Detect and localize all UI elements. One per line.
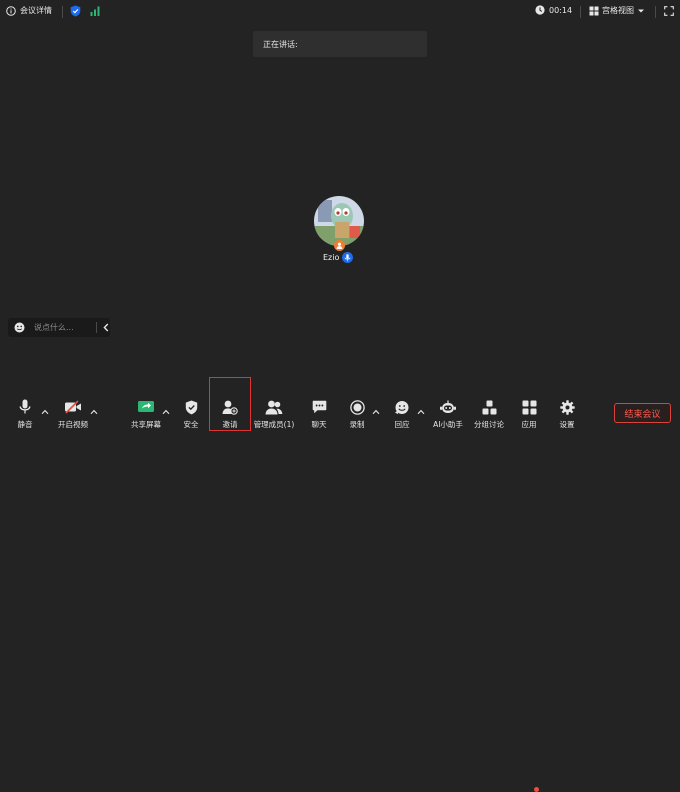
breakout-icon	[482, 400, 496, 414]
ai-assistant-button[interactable]: AI小助手	[429, 398, 467, 431]
host-badge	[334, 240, 345, 251]
security-button[interactable]: 安全	[180, 398, 202, 431]
settings-button[interactable]: 设置	[556, 398, 578, 431]
start-video-button[interactable]: 开启视频	[54, 398, 92, 431]
share-screen-icon	[138, 401, 154, 412]
security-icon	[185, 400, 197, 414]
mic-icon	[344, 253, 351, 261]
chevron-left-icon[interactable]	[102, 323, 110, 332]
manage-members-label: 管理成员(1)	[253, 420, 295, 429]
chevron-down-icon	[638, 9, 644, 12]
top-bar: 会议详情 00:14 宫格视图	[0, 0, 680, 24]
chat-input[interactable]	[34, 320, 92, 335]
speaking-label: 正在讲话:	[263, 40, 298, 49]
settings-label: 设置	[559, 420, 575, 429]
record-button[interactable]: 录制	[346, 398, 368, 431]
security-label: 安全	[183, 420, 199, 429]
manage-members-button[interactable]: 管理成员(1)	[253, 398, 295, 431]
mute-label: 静音	[17, 420, 33, 429]
apps-icon	[522, 400, 536, 414]
signal-icon[interactable]	[90, 6, 100, 16]
meeting-info-button[interactable]: 会议详情	[6, 5, 52, 16]
reaction-icon	[395, 400, 409, 414]
share-screen-label: 共享屏幕	[131, 420, 161, 429]
participant-name: Ezio	[323, 253, 340, 262]
end-meeting-button[interactable]: 结束会议	[614, 403, 671, 423]
meeting-timer: 00:14	[535, 5, 572, 15]
divider	[96, 322, 97, 333]
invite-icon	[222, 400, 238, 415]
user-icon	[336, 242, 343, 249]
chat-label: 聊天	[311, 420, 327, 429]
speaking-indicator: 正在讲话:	[253, 31, 427, 57]
members-icon	[265, 400, 283, 414]
grid-icon	[589, 6, 599, 15]
ai-assistant-icon	[440, 400, 456, 413]
share-screen-button[interactable]: 共享屏幕	[127, 398, 165, 431]
reaction-label: 回应	[394, 420, 410, 429]
record-label: 录制	[349, 420, 365, 429]
ai-assistant-label: AI小助手	[433, 420, 463, 429]
divider	[580, 6, 581, 18]
breakout-rooms-label: 分组讨论	[474, 420, 504, 429]
participant-name-row: Ezio	[323, 252, 354, 263]
mute-button[interactable]: 静音	[13, 398, 37, 431]
gear-icon	[559, 399, 575, 415]
chevron-up-icon[interactable]	[417, 409, 425, 415]
participant-mic-status	[342, 252, 354, 263]
mic-icon	[19, 399, 31, 414]
record-icon	[349, 399, 365, 415]
chat-bar	[8, 318, 110, 337]
end-meeting-label: 结束会议	[624, 409, 661, 420]
avatar-image	[314, 196, 364, 246]
chat-icon	[312, 400, 326, 414]
chevron-up-icon[interactable]	[162, 409, 170, 415]
notification-dot	[534, 787, 539, 792]
breakout-rooms-button[interactable]: 分组讨论	[471, 398, 507, 431]
divider	[62, 6, 63, 18]
info-icon	[6, 5, 16, 16]
view-mode-dropdown[interactable]: 宫格视图	[589, 5, 645, 16]
chevron-up-icon[interactable]	[41, 409, 49, 415]
invite-button[interactable]: 邀请	[218, 398, 242, 431]
view-mode-label: 宫格视图	[602, 6, 634, 15]
divider	[655, 6, 656, 18]
chat-button[interactable]: 聊天	[308, 398, 330, 431]
bottom-toolbar: 静音 开启视频 共享屏幕 安全 邀请 管理成员(1) 聊天 录制 回应 AI小助…	[0, 388, 680, 792]
emoji-icon[interactable]	[14, 322, 25, 333]
shield-icon[interactable]	[70, 5, 81, 17]
fullscreen-icon[interactable]	[664, 6, 674, 16]
apps-button[interactable]: 应用	[518, 398, 540, 431]
clock-icon	[535, 5, 545, 15]
video-off-icon	[65, 400, 81, 414]
invite-label: 邀请	[222, 420, 238, 429]
avatar[interactable]	[314, 196, 364, 246]
timer-text: 00:14	[549, 5, 573, 15]
start-video-label: 开启视频	[58, 420, 88, 429]
meeting-info-label: 会议详情	[20, 6, 52, 15]
apps-label: 应用	[521, 420, 537, 429]
reaction-button[interactable]: 回应	[391, 398, 413, 431]
chevron-up-icon[interactable]	[372, 409, 380, 415]
chevron-up-icon[interactable]	[90, 409, 98, 415]
